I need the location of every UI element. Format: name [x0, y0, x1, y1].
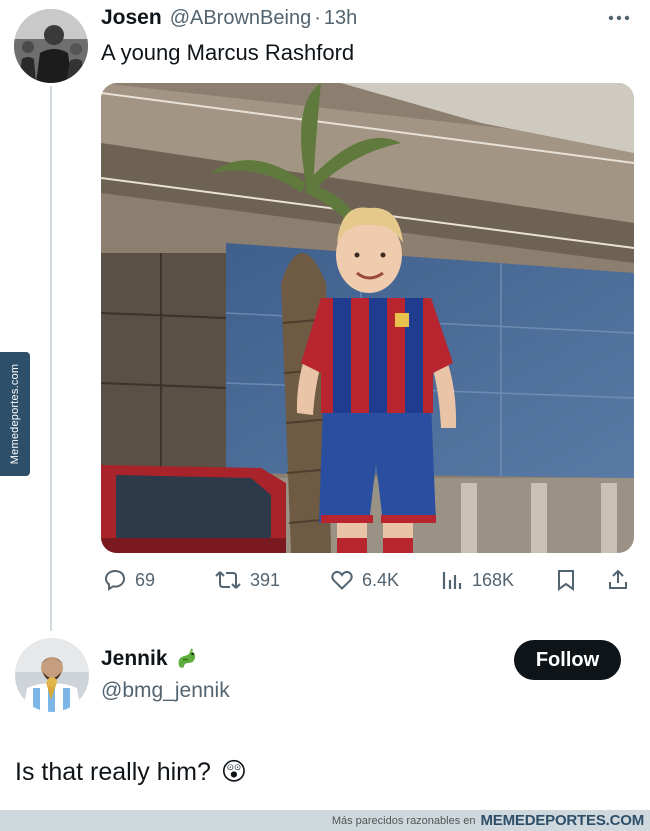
- like-count: 6.4K: [362, 569, 400, 590]
- follow-button[interactable]: Follow: [514, 640, 621, 680]
- watermark-side-tab: Memedeportes.com: [0, 352, 30, 476]
- watermark-footer-brand: MEMEDEPORTES.COM: [480, 812, 645, 829]
- tweet-photo[interactable]: [101, 83, 634, 553]
- reply-author-handle[interactable]: @bmg_jennik: [101, 679, 230, 703]
- views-icon: [442, 572, 462, 589]
- share-icon: [609, 569, 627, 589]
- views-count: 168K: [472, 569, 515, 590]
- watermark-footer-text: Más parecidos razonables en: [331, 814, 476, 827]
- reply-count: 69: [135, 569, 156, 590]
- tweet-time[interactable]: 13h: [324, 7, 357, 30]
- author-handle[interactable]: @ABrownBeing: [170, 7, 311, 30]
- dragon-badge-icon: [174, 646, 200, 672]
- share-action[interactable]: [606, 567, 630, 593]
- reply-header: Jennik: [101, 646, 200, 672]
- reply-text: Is that really him?: [15, 757, 211, 786]
- astonished-face-emoji: 😲: [220, 758, 247, 786]
- bookmark-action[interactable]: [555, 567, 577, 593]
- reply-author-name[interactable]: Jennik: [101, 647, 168, 671]
- heart-icon: [331, 570, 353, 590]
- views-action[interactable]: 168K: [440, 567, 514, 593]
- reply-text-row: Is that really him? 😲: [15, 757, 247, 787]
- tweet-header: Josen @ABrownBeing · 13h: [101, 6, 357, 30]
- retweet-count: 391: [250, 569, 281, 590]
- watermark-footer: Más parecidos razonables en MEMEDEPORTES…: [0, 810, 650, 831]
- like-action[interactable]: 6.4K: [330, 567, 399, 593]
- author-avatar[interactable]: [14, 9, 88, 83]
- separator-dot: ·: [314, 7, 321, 29]
- tweet-text: A young Marcus Rashford: [101, 40, 355, 65]
- more-options-icon[interactable]: [606, 8, 632, 28]
- reply-icon: [104, 569, 126, 591]
- thread-line: [50, 86, 52, 631]
- retweet-action[interactable]: 391: [214, 567, 280, 593]
- author-name[interactable]: Josen: [101, 6, 162, 30]
- retweet-icon: [215, 571, 241, 589]
- reply-action[interactable]: 69: [103, 567, 155, 593]
- watermark-side-text: Memedeportes.com: [9, 363, 21, 465]
- reply-author-avatar[interactable]: [15, 638, 89, 712]
- bookmark-icon: [558, 570, 574, 591]
- photo-illustration: [101, 83, 634, 553]
